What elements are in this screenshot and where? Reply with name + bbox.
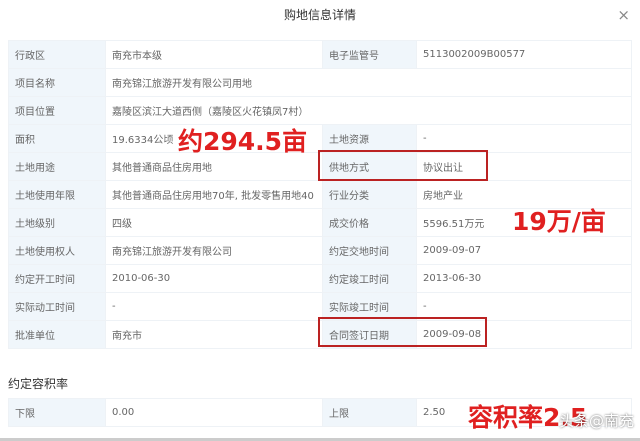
field-label: 土地使用权人 [8, 236, 106, 265]
owner-link[interactable]: 南充锦江旅游开发有限公司 [105, 236, 323, 265]
field-value: 2013-06-30 [416, 264, 632, 293]
table-row: 项目位置 嘉陵区滨江大道西侧（嘉陵区火花镇凤7村） [8, 96, 632, 125]
field-value: 南充市 [105, 320, 323, 349]
field-label: 约定竣工时间 [322, 264, 417, 293]
highlight-box-contract [318, 317, 487, 347]
field-label: 约定交地时间 [322, 236, 417, 265]
field-label: 土地级别 [8, 208, 106, 237]
field-label: 土地用途 [8, 152, 106, 181]
table-row: 项目名称 南充锦江旅游开发有限公司用地 [8, 68, 632, 97]
annotation-price: 19万/亩 [512, 207, 606, 236]
field-label: 行政区 [8, 40, 106, 69]
far-lower-label: 下限 [8, 398, 106, 427]
field-label: 项目位置 [8, 96, 106, 125]
table-row: 行政区 南充市本级 电子监管号 5113002009B00577 [8, 40, 632, 69]
field-label: 实际动工时间 [8, 292, 106, 321]
table-row: 土地使用权人 南充锦江旅游开发有限公司 约定交地时间 2009-09-07 [8, 236, 632, 265]
field-label: 批准单位 [8, 320, 106, 349]
field-value: 5113002009B00577 [416, 40, 632, 69]
land-detail-table: 行政区 南充市本级 电子监管号 5113002009B00577 项目名称 南充锦江旅游开… [8, 40, 632, 349]
annotation-area: 约294.5亩 [178, 127, 308, 156]
field-label: 土地使用年限 [8, 180, 106, 209]
close-icon[interactable]: × [617, 6, 630, 24]
field-label: 行业分类 [322, 180, 417, 209]
field-label: 电子监管号 [322, 40, 417, 69]
far-section-title: 约定容积率 [8, 377, 69, 391]
field-value: 2009-09-07 [416, 236, 632, 265]
far-lower-value: 0.00 [105, 398, 323, 427]
field-label: 面积 [8, 124, 106, 153]
field-value: - [105, 292, 323, 321]
field-value: 嘉陵区滨江大道西侧（嘉陵区火花镇凤7村） [105, 96, 632, 125]
highlight-box-supply [318, 150, 488, 181]
field-value: 南充锦江旅游开发有限公司用地 [105, 68, 632, 97]
field-value: 2010-06-30 [105, 264, 323, 293]
field-label: 约定开工时间 [8, 264, 106, 293]
far-upper-label: 上限 [322, 398, 417, 427]
field-value: 四级 [105, 208, 323, 237]
table-row: 约定开工时间 2010-06-30 约定竣工时间 2013-06-30 [8, 264, 632, 293]
field-value: 其他普通商品住房用地70年, 批发零售用地40 [105, 180, 323, 209]
watermark: 头条@南充 [558, 412, 634, 430]
table-row: 面积 19.6334公顷 土地资源 - [8, 124, 632, 153]
field-label: 成交价格 [322, 208, 417, 237]
field-value: - [416, 124, 632, 153]
dialog-title: 购地信息详情 [283, 8, 356, 22]
field-label: 土地资源 [322, 124, 417, 153]
field-value: 南充市本级 [105, 40, 323, 69]
field-label: 项目名称 [8, 68, 106, 97]
